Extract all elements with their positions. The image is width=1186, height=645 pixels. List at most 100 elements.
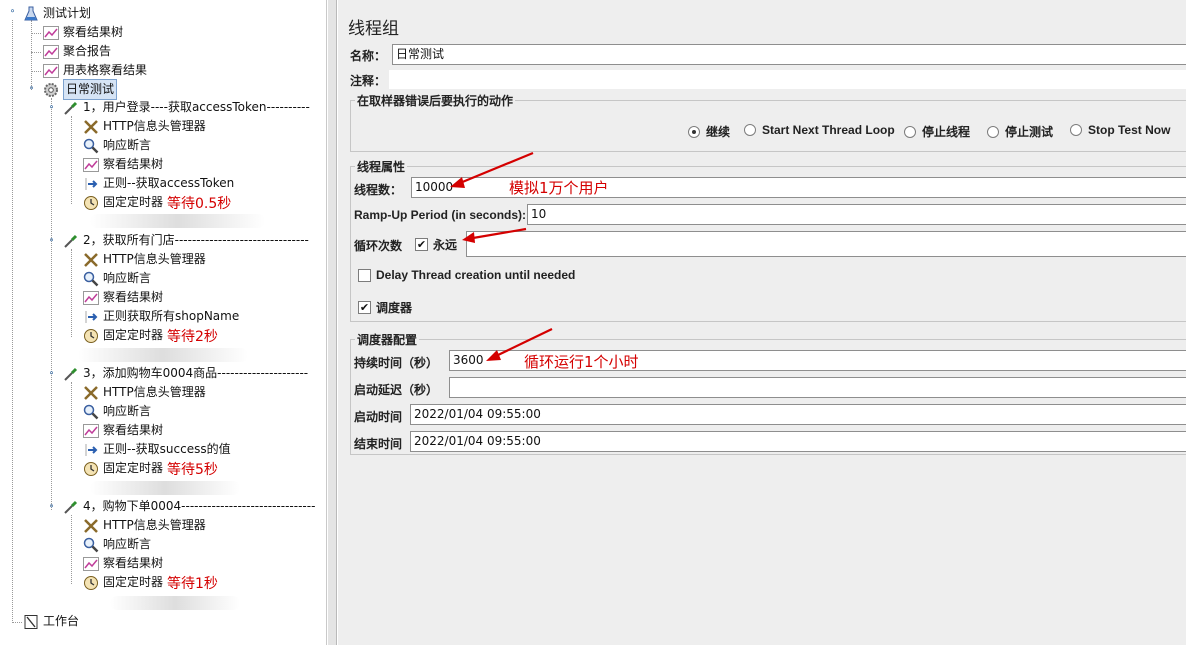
arrow-icon [82, 442, 100, 458]
arrow-icon [82, 309, 100, 325]
tree-node-timer[interactable]: 固定定时器 等待1秒 [82, 573, 218, 592]
tree-node-timer[interactable]: 固定定时器 等待2秒 [82, 326, 218, 345]
tree-node-timer[interactable]: 固定定时器 等待0.5秒 [82, 193, 231, 212]
flask-icon [22, 6, 40, 22]
tree-node-config[interactable]: HTTP信息头管理器 [82, 383, 206, 402]
expand-toggle[interactable]: ⚬ [47, 104, 56, 113]
tree-node-label: 察看结果树 [103, 157, 164, 171]
tree-node-label: 正则--获取success的值 [103, 442, 231, 456]
tree-node-config[interactable]: HTTP信息头管理器 [82, 516, 206, 535]
tree-node-assertion[interactable]: 响应断言 [82, 402, 151, 421]
tree-node-assertion[interactable]: 响应断言 [82, 535, 151, 554]
split-pane-divider[interactable] [328, 0, 337, 645]
tree-node-label: 聚合报告 [63, 44, 112, 58]
tree-node-workbench[interactable]: 工作台 [22, 612, 79, 631]
tree-node-listener[interactable]: 察看结果树 [82, 421, 163, 440]
workbench-icon [22, 614, 40, 630]
expand-toggle[interactable]: ⚬ [47, 237, 56, 246]
clock-icon [82, 575, 100, 591]
clock-icon [82, 328, 100, 344]
tree-node-assertion[interactable]: 响应断言 [82, 136, 151, 155]
magnifier-icon [82, 271, 100, 287]
tree-guide-line [31, 71, 41, 72]
tree-node-label: 测试计划 [43, 6, 92, 20]
tree-node-assertion[interactable]: 响应断言 [82, 269, 151, 288]
tree-node-label: HTTP信息头管理器 [103, 385, 206, 399]
annotation-arrow [459, 151, 534, 185]
tree-node-label: 察看结果树 [103, 290, 164, 304]
tree-node-label: 用表格察看结果 [63, 63, 148, 77]
tree-node-label: 固定定时器 [103, 575, 164, 589]
tools-icon [82, 385, 100, 401]
clock-icon [82, 461, 100, 477]
expand-toggle[interactable]: ⚬ [47, 503, 56, 512]
pipette-icon [62, 366, 80, 382]
tree-node-test-plan[interactable]: 测试计划 [22, 4, 91, 23]
pipette-icon [62, 499, 80, 515]
tree-node-sampler[interactable]: 1，用户登录----获取accessToken---------- [62, 98, 310, 117]
tree-node-label: 固定定时器 [103, 195, 164, 209]
tree-node-label: 1，用户登录----获取accessToken---------- [83, 100, 310, 114]
tree-node-label: 3，添加购物车0004商品--------------------- [83, 366, 309, 380]
clock-icon [82, 195, 100, 211]
graph-icon [42, 63, 60, 79]
expand-toggle[interactable]: ⚬ [8, 8, 17, 17]
tree-node-sampler[interactable]: 4，购物下单0004------------------------------… [62, 497, 315, 516]
tree-node-label: 察看结果树 [103, 556, 164, 570]
test-plan-tree[interactable]: ⚬ 测试计划 察看结果树 聚合报告 用表格察看结果 ⚬ 日常测试 ⚬ 1，用户登… [0, 0, 327, 645]
tree-node-listener[interactable]: 察看结果树 [82, 288, 163, 307]
tree-node-sampler[interactable]: 2，获取所有门店------------------------------- [62, 231, 309, 250]
expand-toggle[interactable]: ⚬ [27, 85, 36, 94]
tree-node-listener[interactable]: 察看结果树 [42, 23, 123, 42]
graph-icon [42, 25, 60, 41]
graph-icon [42, 44, 60, 60]
tree-node-listener[interactable]: 用表格察看结果 [42, 61, 147, 80]
tree-node-extractor[interactable]: 正则--获取success的值 [82, 440, 231, 459]
tree-node-label: HTTP信息头管理器 [103, 518, 206, 532]
tree-node-thread-group[interactable]: 日常测试 [42, 79, 118, 100]
expand-toggle[interactable]: ⚬ [47, 370, 56, 379]
tree-node-config[interactable]: HTTP信息头管理器 [82, 117, 206, 136]
gear-icon [42, 82, 60, 98]
tree-node-extractor[interactable]: 正则获取所有shopName [82, 307, 239, 326]
timer-annotation: 等待0.5秒 [167, 195, 232, 212]
tree-guide-line [71, 515, 72, 584]
graph-icon [82, 157, 100, 173]
annotation-arrowhead [450, 177, 465, 188]
tree-node-extractor[interactable]: 正则--获取accessToken [82, 174, 234, 193]
tree-guide-line [12, 20, 13, 623]
tree-node-listener[interactable]: 聚合报告 [42, 42, 111, 61]
tree-node-label: HTTP信息头管理器 [103, 119, 206, 133]
thread-group-panel: 线程组 名称： 日常测试 注释： 在取样器错误后要执行的动作 继续 Start … [338, 0, 1186, 645]
timer-annotation: 等待2秒 [167, 328, 218, 345]
annotation-arrowhead [462, 232, 475, 243]
tree-node-label: 2，获取所有门店------------------------------- [83, 233, 309, 247]
tree-node-label: 4，购物下单0004------------------------------… [83, 499, 316, 513]
graph-icon [82, 556, 100, 572]
tree-guide-line [71, 249, 72, 337]
tree-node-label: 响应断言 [103, 537, 152, 551]
tree-node-label: 响应断言 [103, 138, 152, 152]
arrow-icon [82, 176, 100, 192]
pipette-icon [62, 100, 80, 116]
annotation-arrowhead [486, 350, 501, 361]
tools-icon [82, 119, 100, 135]
tree-node-listener[interactable]: 察看结果树 [82, 155, 163, 174]
tree-guide-line [31, 20, 32, 90]
tree-node-config[interactable]: HTTP信息头管理器 [82, 250, 206, 269]
tree-node-sampler[interactable]: 3，添加购物车0004商品--------------------- [62, 364, 308, 383]
tree-node-label: HTTP信息头管理器 [103, 252, 206, 266]
tools-icon [82, 518, 100, 534]
annotation-arrow [495, 328, 553, 357]
tree-guide-line [71, 382, 72, 470]
timer-annotation: 等待1秒 [167, 575, 218, 592]
magnifier-icon [82, 138, 100, 154]
tree-node-listener[interactable]: 察看结果树 [82, 554, 163, 573]
tree-guide-line [51, 98, 52, 510]
tree-node-label: 察看结果树 [103, 423, 164, 437]
annotation-arrow [472, 227, 527, 240]
tree-guide-line [31, 33, 41, 34]
tree-node-label: 日常测试 [63, 79, 118, 100]
tree-node-timer[interactable]: 固定定时器 等待5秒 [82, 459, 218, 478]
tree-guide-line [71, 116, 72, 204]
